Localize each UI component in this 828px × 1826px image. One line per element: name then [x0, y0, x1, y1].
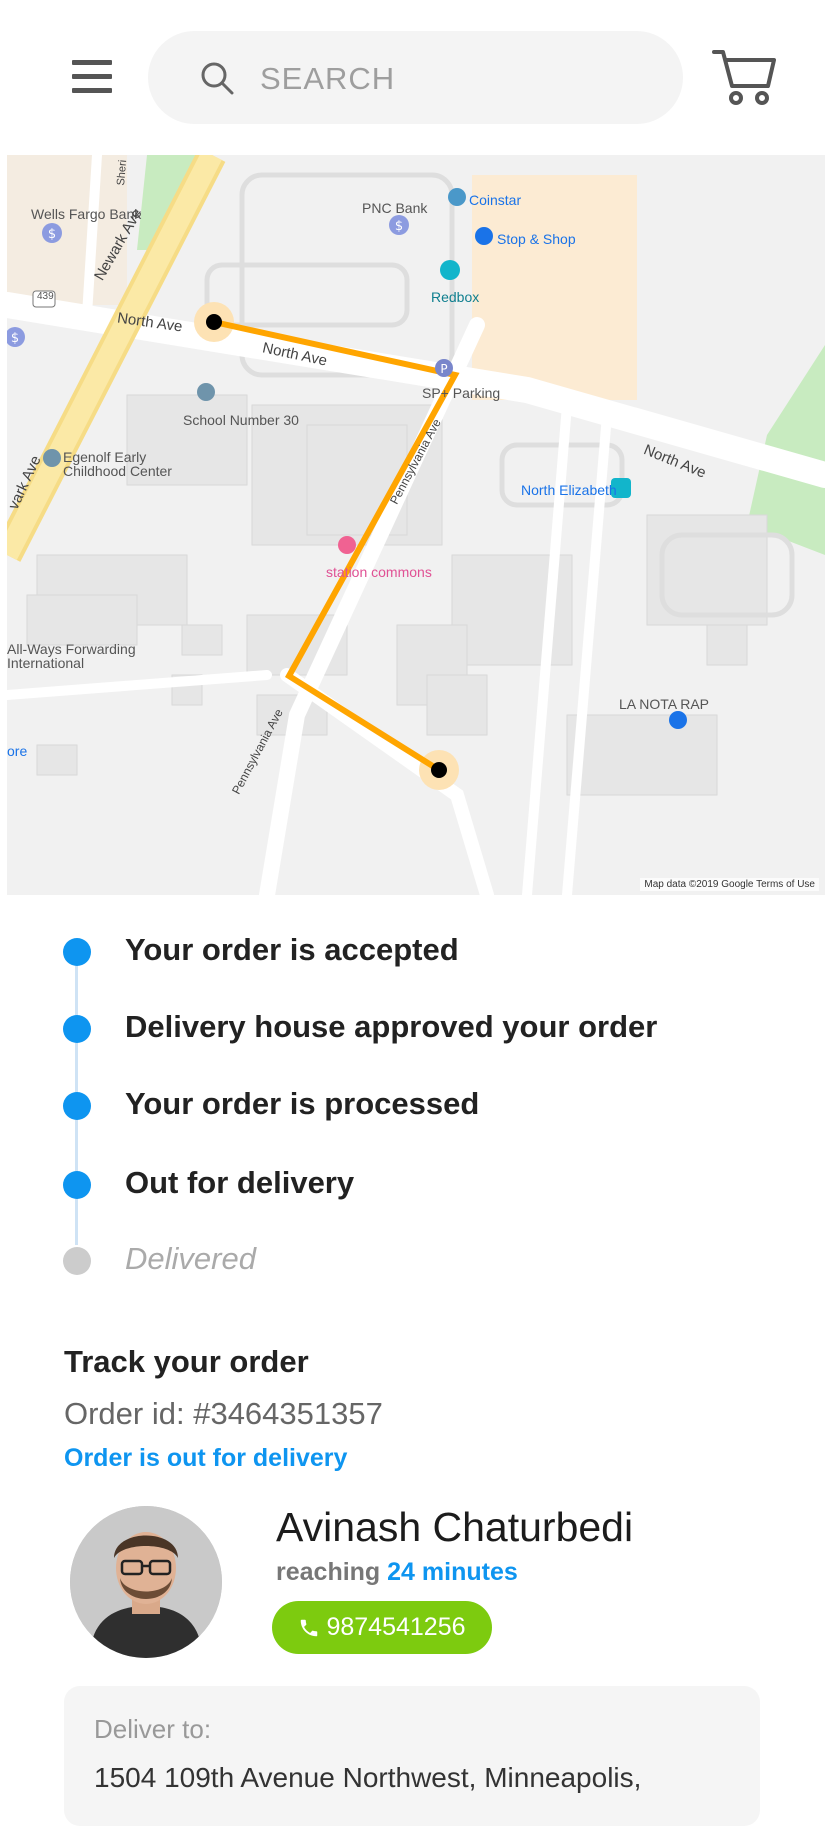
- restaurant-pin-icon: [338, 536, 356, 554]
- timeline-step: Delivery house approved your order: [0, 1007, 828, 1057]
- shop-pin-icon: [475, 227, 493, 245]
- map-label: Stop & Shop: [497, 231, 576, 247]
- phone-number: 9874541256: [326, 1613, 466, 1641]
- driver-name: Avinash Chaturbedi: [276, 1504, 634, 1550]
- map-label: Redbox: [431, 289, 480, 305]
- timeline-step: Your order is processed: [0, 1084, 828, 1134]
- eta-text: reaching 24 minutes: [276, 1558, 518, 1587]
- search-bar[interactable]: [148, 31, 683, 124]
- driver-avatar: [70, 1506, 222, 1658]
- route-start-marker: [206, 314, 222, 330]
- redbox-pin-icon: [440, 260, 460, 280]
- map-attribution[interactable]: Map data ©2019 Google Terms of Use: [640, 878, 819, 891]
- step-complete-dot: [63, 1092, 91, 1120]
- map-label: PNC Bank: [362, 200, 428, 216]
- step-label: Out for delivery: [125, 1165, 355, 1200]
- search-icon: [201, 62, 234, 95]
- commercial-block: [7, 155, 127, 305]
- coinstar-pin-icon: [448, 188, 466, 206]
- parking-pin-icon: P: [435, 359, 453, 377]
- shopping-plaza: [472, 175, 637, 400]
- step-label: Delivery house approved your order: [125, 1009, 658, 1044]
- svg-text:$: $: [48, 227, 56, 242]
- school-pin-icon: [197, 383, 215, 401]
- svg-text:$: $: [11, 331, 19, 346]
- order-id: Order id: #3464351357: [64, 1396, 383, 1431]
- map-label: School Number 30: [183, 412, 299, 428]
- route-end-marker: [431, 762, 447, 778]
- svg-text:$: $: [395, 219, 403, 234]
- step-complete-dot: [63, 1171, 91, 1199]
- map-label: Egenolf Early Childhood Center: [63, 449, 172, 479]
- delivery-address: 1504 109th Avenue Northwest, Minneapolis…: [94, 1762, 642, 1793]
- delivery-route-map[interactable]: $ $ $ P Wells Fargo Bank PNC Bank Coinst…: [7, 155, 825, 895]
- person-avatar-icon: [70, 1506, 222, 1658]
- step-complete-dot: [63, 1015, 91, 1043]
- map-label: Coinstar: [469, 192, 522, 208]
- eta-value: 24 minutes: [387, 1558, 518, 1586]
- deliver-to-label: Deliver to:: [94, 1714, 212, 1744]
- svg-text:P: P: [440, 362, 447, 376]
- timeline-step: Your order is accepted: [0, 930, 828, 980]
- map-label: ore: [7, 743, 28, 759]
- search-input[interactable]: [258, 49, 662, 109]
- map-label: LA NOTA RAP: [619, 696, 709, 712]
- call-driver-button[interactable]: 9874541256: [272, 1601, 492, 1654]
- step-label: Your order is accepted: [125, 932, 459, 967]
- shopping-cart-icon[interactable]: [712, 48, 776, 106]
- order-status-timeline: Your order is accepted Delivery house ap…: [0, 930, 828, 1290]
- eta-prefix: reaching: [276, 1558, 381, 1586]
- phone-icon: [301, 1619, 318, 1636]
- track-order-heading: Track your order: [64, 1344, 309, 1379]
- timeline-step: Out for delivery: [0, 1163, 828, 1213]
- step-complete-dot: [63, 938, 91, 966]
- app-header: [0, 0, 828, 155]
- step-label: Delivered: [125, 1241, 256, 1276]
- step-pending-dot: [63, 1247, 91, 1275]
- map-canvas: $ $ $ P: [7, 155, 825, 895]
- hamburger-menu-icon[interactable]: [72, 60, 112, 94]
- bank-pin-icon: $: [42, 223, 62, 243]
- map-label: SP+ Parking: [422, 385, 501, 401]
- timeline-step: Delivered: [0, 1239, 828, 1289]
- map-label: North Elizabeth: [521, 482, 617, 498]
- road-label: Sheri: [115, 159, 130, 187]
- delivery-address-card: Deliver to: 1504 109th Avenue Northwest,…: [64, 1686, 760, 1826]
- bank-pin-icon: $: [389, 215, 409, 235]
- map-label: station commons: [326, 564, 432, 580]
- map-label: All-Ways Forwarding International: [7, 641, 136, 671]
- order-status-text: Order is out for delivery: [64, 1444, 348, 1472]
- childcare-pin-icon: [43, 449, 61, 467]
- store-pin-icon: [669, 711, 687, 729]
- route-number-label: 439: [37, 291, 54, 302]
- step-label: Your order is processed: [125, 1086, 480, 1121]
